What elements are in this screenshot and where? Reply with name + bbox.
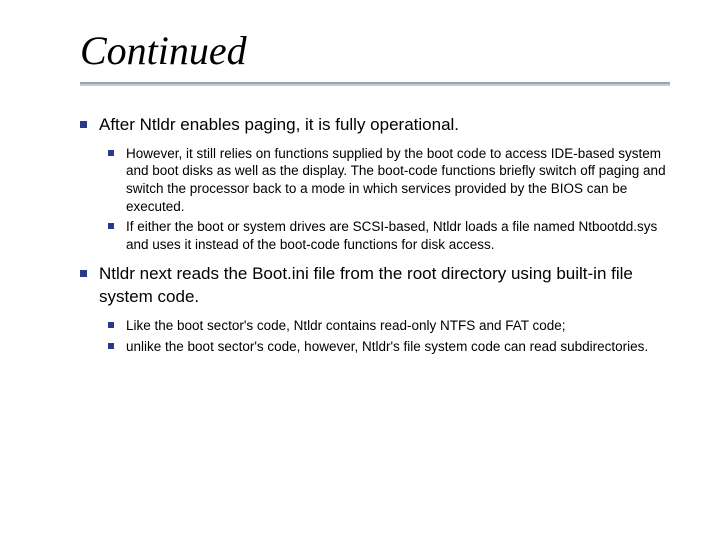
list-item: Like the boot sector's code, Ntldr conta…: [108, 317, 672, 335]
list-item-text: unlike the boot sector's code, however, …: [126, 338, 648, 356]
slide: Continued After Ntldr enables paging, it…: [0, 0, 720, 540]
square-bullet-icon: [108, 150, 114, 156]
list-item-text: Ntldr next reads the Boot.ini file from …: [99, 263, 672, 309]
square-bullet-icon: [108, 322, 114, 328]
slide-title: Continued: [80, 30, 672, 72]
square-bullet-icon: [80, 270, 87, 277]
list-item: After Ntldr enables paging, it is fully …: [80, 114, 672, 137]
list-item-text: However, it still relies on functions su…: [126, 145, 672, 215]
square-bullet-icon: [108, 343, 114, 349]
list-item-text: Like the boot sector's code, Ntldr conta…: [126, 317, 566, 335]
content-area: After Ntldr enables paging, it is fully …: [80, 114, 672, 355]
title-underline: [80, 82, 670, 86]
square-bullet-icon: [80, 121, 87, 128]
list-item-text: After Ntldr enables paging, it is fully …: [99, 114, 459, 137]
list-item: unlike the boot sector's code, however, …: [108, 338, 672, 356]
list-item-text: If either the boot or system drives are …: [126, 218, 672, 253]
list-item: Ntldr next reads the Boot.ini file from …: [80, 263, 672, 309]
list-item: However, it still relies on functions su…: [108, 145, 672, 215]
square-bullet-icon: [108, 223, 114, 229]
list-item: If either the boot or system drives are …: [108, 218, 672, 253]
